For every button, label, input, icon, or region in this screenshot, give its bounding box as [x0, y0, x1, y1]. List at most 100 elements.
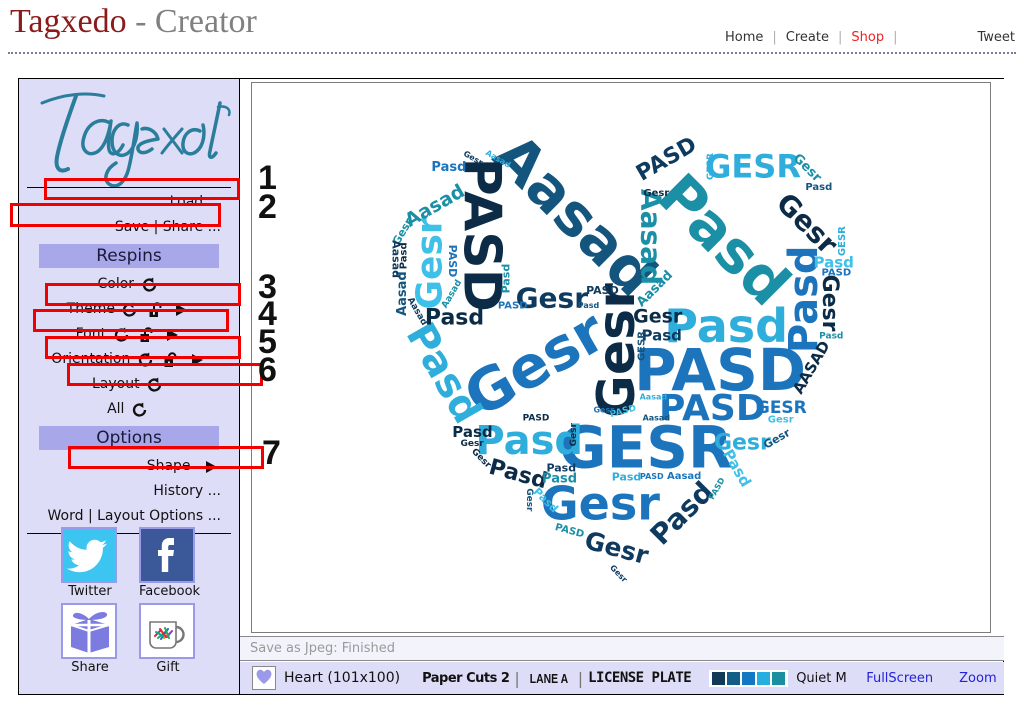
page-header: Tagxedo - Creator Home | Create | Shop | Tweet [0, 0, 1024, 62]
cloud-word: Pasd [546, 462, 576, 475]
twitter-bird-icon [63, 539, 115, 581]
history-item[interactable]: History ... [19, 479, 239, 504]
app-frame: Load ... Save | Share ... Respins Color … [18, 78, 1004, 695]
theme-swatches[interactable] [709, 669, 789, 687]
brand-main: Tagxedo [10, 3, 127, 40]
font-name-2[interactable]: LANE A [530, 671, 568, 686]
status-message: Save as Jpeg: Finished [240, 636, 1004, 661]
respins-header-label: Respins [96, 246, 162, 266]
annotation-number-6: 6 [258, 351, 277, 389]
gift-tile[interactable] [139, 603, 195, 659]
cloud-word: Gesr [409, 216, 450, 309]
heart-icon [255, 668, 273, 689]
theme-swatch-4[interactable] [757, 671, 771, 685]
all-item-label: All [107, 401, 125, 417]
word-cloud-canvas[interactable]: PASD Pasd Gesr GESR Aasad Gesr PASD Pasd Gesr Pas… [251, 82, 991, 633]
cloud-word: Gesr [460, 439, 484, 449]
cloud-word: Gesr [608, 563, 629, 584]
tweet-link[interactable]: Tweet [897, 30, 1024, 45]
cloud-word: Pasd [431, 160, 466, 175]
cloud-word: Pasd [612, 470, 642, 483]
cloud-word: Gesr [817, 275, 842, 332]
font-separator: | [514, 668, 520, 688]
theme-swatch-3[interactable] [742, 671, 756, 685]
share-tile[interactable] [61, 603, 117, 659]
cloud-word: Gesr [582, 526, 653, 571]
facebook-f-icon [141, 538, 193, 581]
cloud-word: Gesr [643, 188, 669, 199]
cloud-word: PASD [821, 268, 851, 279]
cloud-word: PASD [659, 388, 766, 429]
nav-home[interactable]: Home [716, 30, 772, 45]
cloud-word: Aasad [667, 471, 701, 482]
cloud-word: Gesr [633, 305, 683, 327]
twitter-label: Twitter [68, 584, 112, 599]
twitter-tile[interactable] [61, 527, 117, 583]
annotation-box-4 [33, 309, 229, 332]
font-list: Paper Cuts 2 | LANE A | LICENSE PLATE [422, 668, 692, 688]
current-shape-name[interactable]: Heart (101x100) [284, 670, 400, 686]
cloud-word: Pasd [398, 242, 409, 269]
sidebar: Load ... Save | Share ... Respins Color … [19, 79, 240, 694]
gift-button[interactable]: Gift [139, 603, 197, 675]
zoom-button[interactable]: Zoom [959, 671, 996, 686]
fullscreen-button[interactable]: FullScreen [866, 671, 933, 686]
current-shape-swatch[interactable] [252, 666, 276, 690]
annotation-box-3 [45, 283, 241, 306]
cloud-word: PASD [498, 301, 528, 312]
cloud-word: Pasd [664, 299, 788, 353]
theme-swatch-5[interactable] [772, 671, 786, 685]
word-cloud-image[interactable]: PASDPasdGesrGESRAasadGesrPASDPasdGesrPas… [252, 83, 990, 632]
social-row-top: Twitter Facebook [19, 527, 239, 599]
status-message-text: Save as Jpeg: Finished [250, 641, 396, 656]
cloud-word: GESR [837, 226, 848, 256]
cloud-word: PASD [586, 284, 619, 297]
cloud-word: Aasad [643, 414, 671, 423]
nav-create[interactable]: Create [777, 30, 838, 45]
gift-box-icon [63, 611, 115, 657]
cloud-word: Pasd [805, 182, 832, 193]
theme-name[interactable]: Quiet M [796, 671, 848, 686]
header-divider [8, 52, 1016, 54]
facebook-button[interactable]: Facebook [139, 527, 201, 599]
font-separator: | [577, 668, 584, 688]
refresh-icon[interactable] [131, 402, 149, 418]
cloud-word: PASD [523, 414, 550, 424]
annotation-number-2: 2 [258, 188, 277, 226]
mug-icon [141, 621, 193, 657]
cloud-word: Pasd [425, 305, 484, 330]
annotation-box-6 [67, 363, 263, 386]
theme-swatch-2[interactable] [727, 671, 741, 685]
cloud-word: Gesr [593, 406, 614, 415]
font-name-1[interactable]: Paper Cuts 2 [422, 671, 510, 686]
options-header-label: Options [96, 428, 162, 448]
status-bar: Heart (101x100) Paper Cuts 2 | LANE A | … [240, 662, 1004, 694]
word-layout-options-item[interactable]: Word | Layout Options ... [19, 504, 239, 529]
annotation-number-7: 7 [262, 434, 281, 472]
annotation-box-2 [10, 203, 221, 227]
share-label: Share [71, 660, 109, 675]
cloud-word: GESR [705, 147, 801, 185]
font-name-3[interactable]: LICENSE PLATE [588, 670, 692, 686]
word-cloud-canvas-area: PASD Pasd Gesr GESR Aasad Gesr PASD Pasd Gesr Pas… [240, 79, 1004, 636]
top-navigation: Home | Create | Shop | Tweet [716, 30, 1024, 45]
cloud-word: GESR [636, 331, 647, 361]
facebook-tile[interactable] [139, 527, 195, 583]
twitter-button[interactable]: Twitter [61, 527, 119, 599]
facebook-label: Facebook [139, 584, 201, 599]
sidebar-menu: Load ... Save | Share ... Respins Color … [19, 187, 239, 534]
annotation-box-5 [45, 336, 241, 359]
share-button[interactable]: Share [61, 603, 119, 675]
nav-shop[interactable]: Shop [842, 30, 893, 45]
cloud-word: Gesr [524, 488, 534, 512]
all-item[interactable]: All [19, 397, 239, 422]
page-title: Tagxedo - Creator [10, 3, 257, 41]
cloud-word: Pasd [578, 301, 600, 310]
social-panel: Twitter Facebook Share Gift [19, 527, 239, 679]
cloud-word: PASD [446, 245, 459, 278]
tagxedo-logo [19, 83, 239, 193]
annotation-box-1 [44, 178, 240, 200]
theme-swatch-1[interactable] [712, 671, 726, 685]
cloud-word: Pasd [642, 327, 682, 345]
brand-sub: - Creator [126, 3, 257, 40]
